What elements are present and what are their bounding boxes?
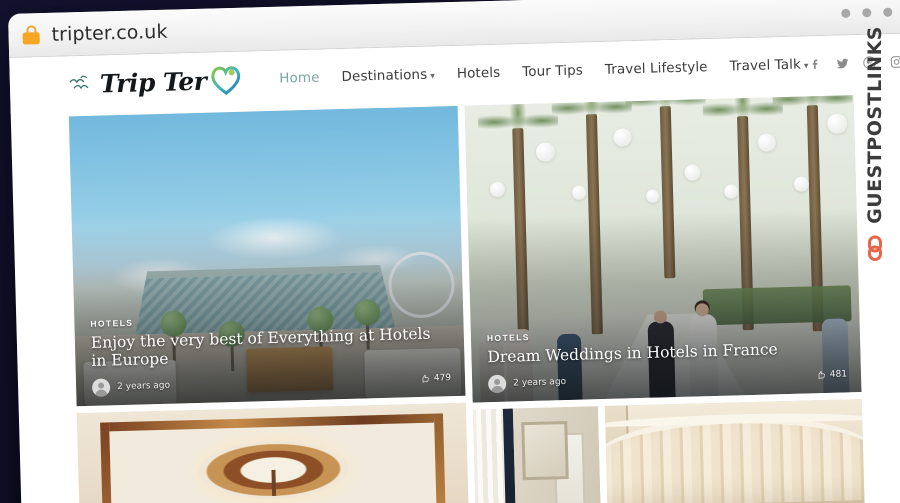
- post-title[interactable]: Enjoy the very best of Everything at Hot…: [91, 324, 451, 371]
- post-card-secondary-middle[interactable]: [472, 406, 602, 503]
- post-card-featured-right[interactable]: HOTELS Dream Weddings in Hotels in Franc…: [464, 95, 862, 403]
- instagram-icon[interactable]: [889, 55, 900, 69]
- post-card-secondary-right[interactable]: [604, 399, 865, 503]
- post-category-badge[interactable]: HOTELS: [90, 318, 133, 329]
- posts-secondary-row: [472, 399, 865, 503]
- posts-column-right: HOTELS Dream Weddings in Hotels in Franc…: [464, 95, 865, 503]
- window-controls[interactable]: [841, 7, 893, 18]
- window-dot-1[interactable]: [841, 8, 851, 18]
- post-view-count: 479: [433, 373, 452, 384]
- chevron-down-icon: ▾: [430, 71, 436, 82]
- post-image-ornate-ceiling: [76, 402, 469, 503]
- nav-item-hotels[interactable]: Hotels: [457, 65, 501, 82]
- address-bar-url[interactable]: tripter.co.uk: [51, 20, 168, 45]
- nav-item-tour-tips[interactable]: Tour Tips: [522, 62, 583, 80]
- facebook-icon[interactable]: [808, 57, 822, 71]
- logo-wordmark: Trip Ter: [99, 66, 207, 99]
- post-content-right: HOTELS Dream Weddings in Hotels in Franc…: [487, 319, 848, 394]
- thumbs-up-icon: [422, 374, 429, 383]
- post-views: 479: [420, 373, 451, 384]
- screenshot-scene: tripter.co.uk Trip Ter Home Destinations…: [0, 0, 900, 503]
- pinterest-icon[interactable]: [862, 56, 876, 70]
- post-card-secondary-left[interactable]: [76, 402, 469, 503]
- window-dot-3[interactable]: [883, 7, 893, 17]
- post-view-count: 481: [829, 369, 848, 380]
- posts-column-left: HOTELS Enjoy the very best of Everything…: [68, 105, 469, 503]
- browser-window: tripter.co.uk Trip Ter Home Destinations…: [8, 0, 900, 503]
- heart-icon: [211, 66, 241, 95]
- site-logo[interactable]: Trip Ter: [67, 64, 243, 101]
- post-date: 2 years ago: [513, 377, 567, 389]
- author-avatar: [487, 374, 507, 394]
- thumbs-up-icon: [818, 370, 825, 380]
- post-title[interactable]: Dream Weddings in Hotels in France: [487, 339, 846, 367]
- post-date: 2 years ago: [116, 380, 171, 393]
- padlock-icon: [22, 25, 40, 45]
- nav-item-home[interactable]: Home: [279, 70, 320, 87]
- post-views: 481: [816, 369, 847, 380]
- nav-item-destinations[interactable]: Destinations ▾: [341, 66, 435, 85]
- nav-item-travel-lifestyle[interactable]: Travel Lifestyle: [605, 59, 708, 78]
- main-navigation: Home Destinations ▾ Hotels Tour Tips Trav…: [279, 56, 809, 87]
- author-avatar: [91, 378, 111, 397]
- post-image-hotel-room: [472, 406, 602, 503]
- twitter-icon[interactable]: [835, 56, 849, 70]
- window-dot-2[interactable]: [862, 7, 872, 17]
- posts-grid: HOTELS Enjoy the very best of Everything…: [11, 90, 900, 503]
- post-image-curved-balcony: [604, 399, 865, 503]
- nav-item-travel-talk[interactable]: Travel Talk ▾: [729, 56, 808, 75]
- post-card-featured-left[interactable]: HOTELS Enjoy the very best of Everything…: [68, 105, 466, 407]
- post-content-left: HOTELS Enjoy the very best of Everything…: [90, 304, 451, 397]
- post-category-badge[interactable]: HOTELS: [487, 332, 530, 343]
- birds-icon: [69, 75, 89, 90]
- social-links: [808, 54, 900, 71]
